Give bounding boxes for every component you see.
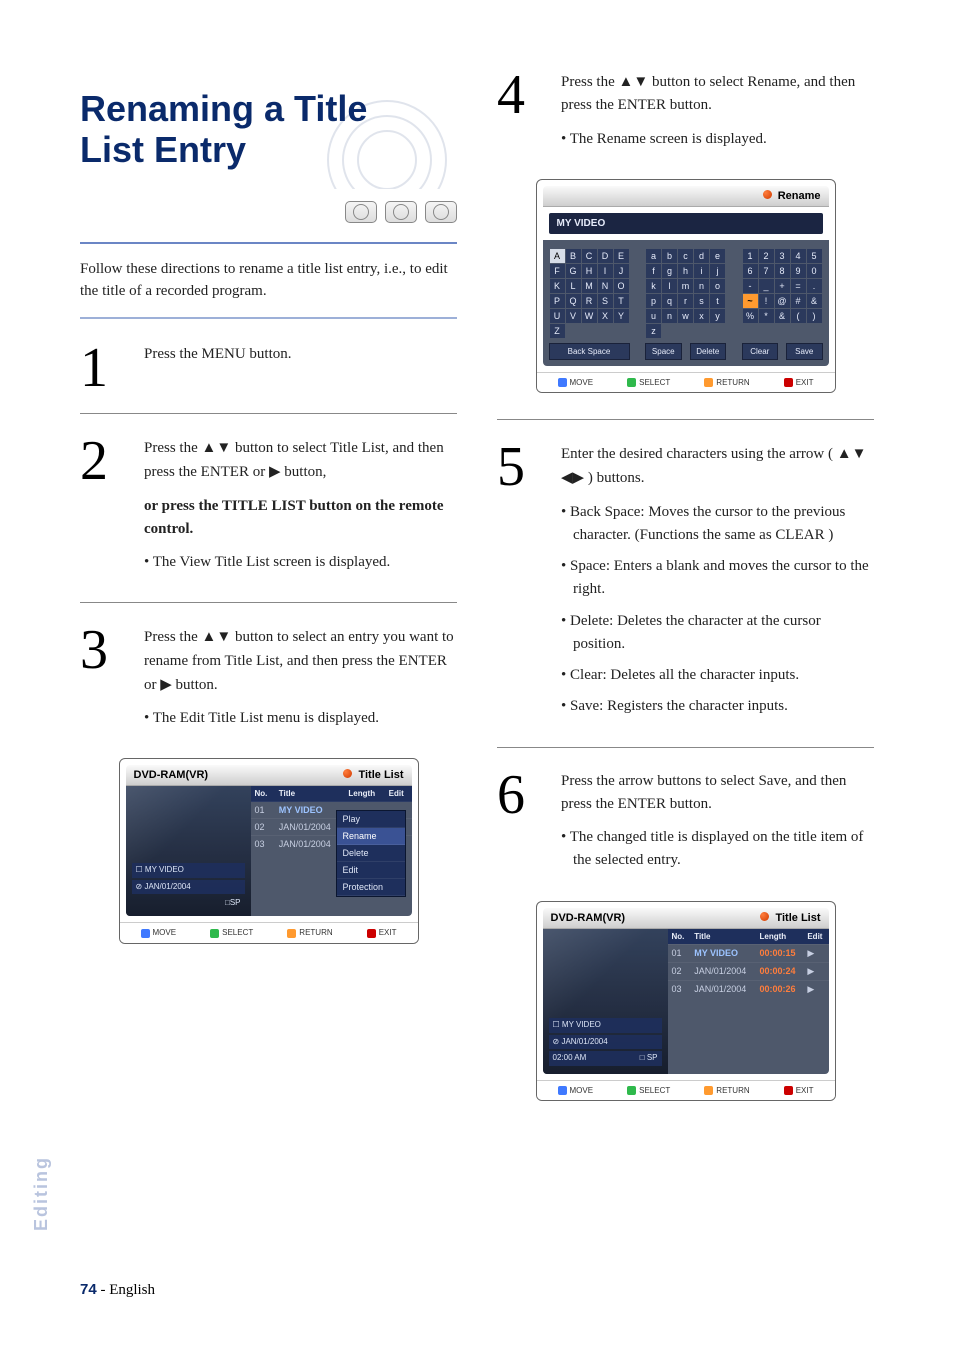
side-tab: Editing: [31, 1156, 52, 1231]
title-list-panel-result: DVD-RAM(VR) Title List ☐ MY VIDEO ⊘ JAN/…: [536, 901, 836, 1101]
thumbnail: ☐ MY VIDEO ⊘ JAN/01/2004 □ SP: [126, 786, 251, 916]
clear-button[interactable]: Clear: [742, 343, 779, 360]
step-text: Enter the desired characters using the a…: [561, 442, 874, 491]
step-bullet: Save: Registers the character inputs.: [561, 695, 874, 718]
menu-item[interactable]: Play: [337, 811, 405, 828]
menu-item[interactable]: Rename: [337, 828, 405, 845]
table-row[interactable]: 03JAN/01/200400:00:26▶: [668, 980, 829, 998]
step-text-bold: or press the TITLE LIST button on the re…: [144, 495, 457, 542]
step-text: Press the ▲▼ button to select Rename, an…: [561, 70, 874, 118]
title-table: No. Title Length Edit 01MY VIDEO00:00:15…: [668, 929, 829, 998]
panel-footer: MOVE SELECT RETURN EXIT: [537, 1080, 835, 1100]
step-text: Press the ▲▼ button to select an entry y…: [144, 625, 457, 697]
menu-item[interactable]: Edit: [337, 862, 405, 879]
keyboard-symbols[interactable]: 1234567890-_+=.~!@#&%*&(): [742, 248, 823, 339]
thumbnail: ☐ MY VIDEO ⊘ JAN/01/2004 02:00 AM □ SP: [543, 929, 668, 1074]
step-text: Press the MENU button.: [144, 343, 457, 366]
disc-icon: [425, 201, 457, 223]
page-title-box: Renaming a Title List Entry: [80, 70, 457, 189]
step-bullet: Clear: Deletes all the character inputs.: [561, 664, 874, 687]
thumb-sp: □ SP: [132, 896, 245, 910]
step-bullet: Delete: Deletes the character at the cur…: [561, 610, 874, 657]
save-button[interactable]: Save: [786, 343, 823, 360]
step-number: 2: [80, 436, 120, 486]
step-number: 4: [497, 70, 537, 120]
delete-button[interactable]: Delete: [690, 343, 727, 360]
step-number: 1: [80, 343, 120, 393]
disc-icon: [345, 201, 377, 223]
panel-header-left: DVD-RAM(VR): [551, 912, 626, 924]
thumb-time: 02:00 AM: [553, 1053, 587, 1063]
thumb-sp: □ SP: [640, 1053, 658, 1063]
panel-header-right: Title List: [343, 769, 403, 781]
step-bullet: Space: Enters a blank and moves the curs…: [561, 555, 874, 602]
disc-icons: [80, 201, 457, 228]
menu-item[interactable]: Delete: [337, 845, 405, 862]
panel-header-right: Title List: [760, 912, 820, 924]
rename-panel: Rename MY VIDEO ABCDEFGHIJKLMNOPQRSTUVWX…: [536, 179, 836, 393]
panel-footer: MOVE SELECT RETURN EXIT: [537, 372, 835, 392]
thumb-title: ☐ MY VIDEO: [132, 863, 245, 877]
panel-footer: MOVE SELECT RETURN EXIT: [120, 922, 418, 942]
panel-header-left: DVD-RAM(VR): [134, 769, 209, 781]
step-3: 3 Press the ▲▼ button to select an entry…: [80, 625, 457, 738]
step-bullet: The changed title is displayed on the ti…: [561, 826, 874, 873]
step-text: Press the ▲▼ button to select Title List…: [144, 436, 457, 485]
page-title: Renaming a Title List Entry: [80, 88, 437, 171]
keyboard-upper[interactable]: ABCDEFGHIJKLMNOPQRSTUVWXYZ: [549, 248, 630, 339]
step-number: 5: [497, 442, 537, 492]
page-footer: 74 - English: [80, 1281, 155, 1299]
step-5: 5 Enter the desired characters using the…: [497, 442, 874, 727]
panel-header-right: Rename: [763, 190, 821, 202]
step-number: 6: [497, 770, 537, 820]
step-2: 2 Press the ▲▼ button to select Title Li…: [80, 436, 457, 582]
backspace-button[interactable]: Back Space: [549, 343, 630, 360]
step-bullet: The Edit Title List menu is displayed.: [144, 707, 457, 730]
rename-field[interactable]: MY VIDEO: [549, 213, 823, 234]
space-button[interactable]: Space: [645, 343, 682, 360]
table-row[interactable]: 01MY VIDEO00:00:15▶: [668, 944, 829, 962]
thumb-date: ⊘ JAN/01/2004: [132, 880, 245, 894]
step-bullet: The View Title List screen is displayed.: [144, 551, 457, 574]
thumb-date: ⊘ JAN/01/2004: [549, 1035, 662, 1049]
table-row[interactable]: 02JAN/01/200400:00:24▶: [668, 962, 829, 980]
step-bullet: Back Space: Moves the cursor to the prev…: [561, 501, 874, 548]
thumb-title: ☐ MY VIDEO: [549, 1018, 662, 1032]
disc-icon: [385, 201, 417, 223]
step-number: 3: [80, 625, 120, 675]
title-list-panel: DVD-RAM(VR) Title List ☐ MY VIDEO ⊘ JAN/…: [119, 758, 419, 943]
step-4: 4 Press the ▲▼ button to select Rename, …: [497, 70, 874, 159]
context-menu: Play Rename Delete Edit Protection: [336, 810, 406, 897]
menu-item[interactable]: Protection: [337, 879, 405, 896]
step-bullet: The Rename screen is displayed.: [561, 128, 874, 151]
step-6: 6 Press the arrow buttons to select Save…: [497, 770, 874, 881]
step-1: 1 Press the MENU button.: [80, 343, 457, 393]
intro-text: Follow these directions to rename a titl…: [80, 258, 457, 303]
keyboard-lower[interactable]: abcdefghijklmnopqrstunwxyz: [645, 248, 726, 339]
step-text: Press the arrow buttons to select Save, …: [561, 770, 874, 817]
